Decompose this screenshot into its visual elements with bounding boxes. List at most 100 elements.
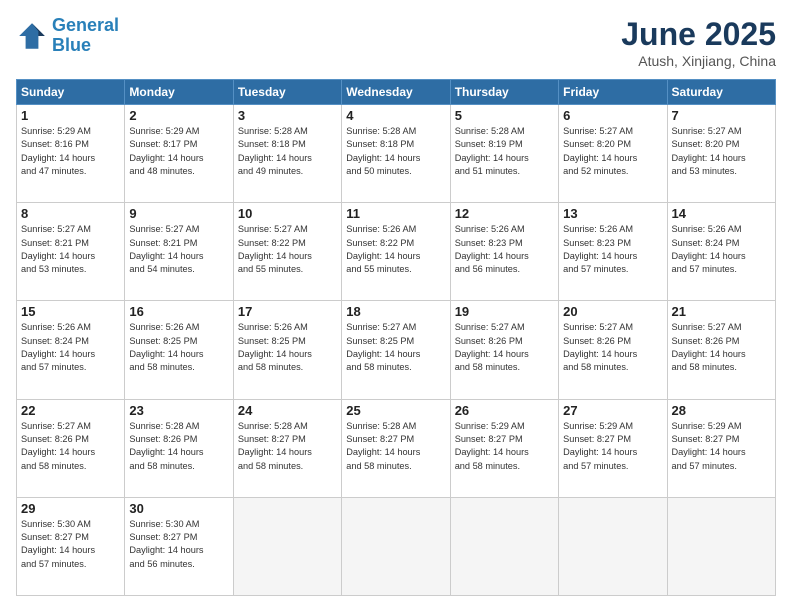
- calendar-cell: 27 Sunrise: 5:29 AM Sunset: 8:27 PM Dayli…: [559, 399, 667, 497]
- week-row-1: 1 Sunrise: 5:29 AM Sunset: 8:16 PM Daylig…: [17, 105, 776, 203]
- calendar: SundayMondayTuesdayWednesdayThursdayFrid…: [16, 79, 776, 596]
- day-number: 14: [672, 206, 771, 221]
- day-number: 17: [238, 304, 337, 319]
- calendar-body: 1 Sunrise: 5:29 AM Sunset: 8:16 PM Daylig…: [17, 105, 776, 596]
- day-info: Sunrise: 5:27 AM Sunset: 8:26 PM Dayligh…: [455, 321, 554, 374]
- calendar-cell: 4Sunrise: 5:28 AM Sunset: 8:18 PM Daylig…: [342, 105, 450, 203]
- day-number: 25: [346, 403, 445, 418]
- day-header-monday: Monday: [125, 80, 233, 105]
- day-info: Sunrise: 5:28 AM Sunset: 8:27 PM Dayligh…: [238, 420, 337, 473]
- day-number: 8: [21, 206, 120, 221]
- day-number: 7: [672, 108, 771, 123]
- calendar-cell: 10 Sunrise: 5:27 AM Sunset: 8:22 PM Dayli…: [233, 203, 341, 301]
- header: General Blue June 2025 Atush, Xinjiang, …: [16, 16, 776, 69]
- day-info: Sunrise: 5:28 AM Sunset: 8:26 PM Dayligh…: [129, 420, 228, 473]
- calendar-cell: 5 Sunrise: 5:28 AM Sunset: 8:19 PM Daylig…: [450, 105, 558, 203]
- day-info: Sunrise: 5:27 AM Sunset: 8:20 PM Dayligh…: [672, 125, 771, 178]
- calendar-cell: 11 Sunrise: 5:26 AM Sunset: 8:22 PM Dayli…: [342, 203, 450, 301]
- calendar-cell: [342, 497, 450, 595]
- day-number: 4: [346, 108, 445, 123]
- day-number: 11: [346, 206, 445, 221]
- day-number: 12: [455, 206, 554, 221]
- day-header-friday: Friday: [559, 80, 667, 105]
- day-info: Sunrise: 5:29 AM Sunset: 8:16 PM Dayligh…: [21, 125, 120, 178]
- day-info: Sunrise: 5:26 AM Sunset: 8:25 PM Dayligh…: [238, 321, 337, 374]
- day-info: Sunrise: 5:27 AM Sunset: 8:26 PM Dayligh…: [563, 321, 662, 374]
- day-info: Sunrise: 5:28 AM Sunset: 8:19 PM Dayligh…: [455, 125, 554, 178]
- calendar-cell: 17 Sunrise: 5:26 AM Sunset: 8:25 PM Dayli…: [233, 301, 341, 399]
- location: Atush, Xinjiang, China: [621, 53, 776, 69]
- day-number: 3: [238, 108, 337, 123]
- calendar-cell: 15Sunrise: 5:26 AM Sunset: 8:24 PM Dayli…: [17, 301, 125, 399]
- day-number: 9: [129, 206, 228, 221]
- day-info: Sunrise: 5:26 AM Sunset: 8:23 PM Dayligh…: [455, 223, 554, 276]
- day-info: Sunrise: 5:28 AM Sunset: 8:18 PM Dayligh…: [238, 125, 337, 178]
- day-info: Sunrise: 5:30 AM Sunset: 8:27 PM Dayligh…: [129, 518, 228, 571]
- calendar-cell: 16 Sunrise: 5:26 AM Sunset: 8:25 PM Dayli…: [125, 301, 233, 399]
- calendar-cell: 3 Sunrise: 5:28 AM Sunset: 8:18 PM Daylig…: [233, 105, 341, 203]
- calendar-cell: 19 Sunrise: 5:27 AM Sunset: 8:26 PM Dayli…: [450, 301, 558, 399]
- calendar-cell: 2Sunrise: 5:29 AM Sunset: 8:17 PM Daylig…: [125, 105, 233, 203]
- calendar-cell: 13Sunrise: 5:26 AM Sunset: 8:23 PM Dayli…: [559, 203, 667, 301]
- calendar-cell: 18Sunrise: 5:27 AM Sunset: 8:25 PM Dayli…: [342, 301, 450, 399]
- calendar-header-row: SundayMondayTuesdayWednesdayThursdayFrid…: [17, 80, 776, 105]
- day-info: Sunrise: 5:29 AM Sunset: 8:27 PM Dayligh…: [563, 420, 662, 473]
- day-number: 22: [21, 403, 120, 418]
- calendar-cell: 20 Sunrise: 5:27 AM Sunset: 8:26 PM Dayli…: [559, 301, 667, 399]
- calendar-cell: 8Sunrise: 5:27 AM Sunset: 8:21 PM Daylig…: [17, 203, 125, 301]
- day-number: 20: [563, 304, 662, 319]
- logo-general: General: [52, 15, 119, 35]
- day-number: 21: [672, 304, 771, 319]
- day-number: 6: [563, 108, 662, 123]
- day-number: 28: [672, 403, 771, 418]
- day-info: Sunrise: 5:27 AM Sunset: 8:21 PM Dayligh…: [129, 223, 228, 276]
- calendar-cell: 22 Sunrise: 5:27 AM Sunset: 8:26 PM Dayli…: [17, 399, 125, 497]
- calendar-cell: 25 Sunrise: 5:28 AM Sunset: 8:27 PM Dayli…: [342, 399, 450, 497]
- week-row-5: 29 Sunrise: 5:30 AM Sunset: 8:27 PM Dayli…: [17, 497, 776, 595]
- calendar-cell: 14 Sunrise: 5:26 AM Sunset: 8:24 PM Dayli…: [667, 203, 775, 301]
- calendar-cell: 9 Sunrise: 5:27 AM Sunset: 8:21 PM Daylig…: [125, 203, 233, 301]
- day-number: 30: [129, 501, 228, 516]
- day-number: 5: [455, 108, 554, 123]
- day-number: 24: [238, 403, 337, 418]
- day-info: Sunrise: 5:29 AM Sunset: 8:17 PM Dayligh…: [129, 125, 228, 178]
- day-number: 16: [129, 304, 228, 319]
- day-header-sunday: Sunday: [17, 80, 125, 105]
- calendar-cell: 24 Sunrise: 5:28 AM Sunset: 8:27 PM Dayli…: [233, 399, 341, 497]
- day-number: 13: [563, 206, 662, 221]
- day-number: 23: [129, 403, 228, 418]
- calendar-cell: [667, 497, 775, 595]
- week-row-4: 22 Sunrise: 5:27 AM Sunset: 8:26 PM Dayli…: [17, 399, 776, 497]
- calendar-cell: 28Sunrise: 5:29 AM Sunset: 8:27 PM Dayli…: [667, 399, 775, 497]
- day-info: Sunrise: 5:26 AM Sunset: 8:22 PM Dayligh…: [346, 223, 445, 276]
- day-info: Sunrise: 5:27 AM Sunset: 8:26 PM Dayligh…: [672, 321, 771, 374]
- day-header-saturday: Saturday: [667, 80, 775, 105]
- day-info: Sunrise: 5:28 AM Sunset: 8:27 PM Dayligh…: [346, 420, 445, 473]
- day-number: 26: [455, 403, 554, 418]
- day-info: Sunrise: 5:29 AM Sunset: 8:27 PM Dayligh…: [455, 420, 554, 473]
- day-info: Sunrise: 5:27 AM Sunset: 8:26 PM Dayligh…: [21, 420, 120, 473]
- logo-blue: Blue: [52, 36, 119, 56]
- day-number: 27: [563, 403, 662, 418]
- day-info: Sunrise: 5:26 AM Sunset: 8:24 PM Dayligh…: [672, 223, 771, 276]
- day-number: 1: [21, 108, 120, 123]
- week-row-2: 8 Sunrise: 5:27 AM Sunset: 8:21 PM Daylig…: [17, 203, 776, 301]
- calendar-cell: [450, 497, 558, 595]
- calendar-cell: [559, 497, 667, 595]
- day-info: Sunrise: 5:26 AM Sunset: 8:25 PM Dayligh…: [129, 321, 228, 374]
- logo-icon: [16, 20, 48, 52]
- month-title: June 2025: [621, 16, 776, 53]
- logo: General Blue: [16, 16, 119, 56]
- day-number: 18: [346, 304, 445, 319]
- day-header-wednesday: Wednesday: [342, 80, 450, 105]
- calendar-cell: 29Sunrise: 5:30 AM Sunset: 8:27 PM Dayli…: [17, 497, 125, 595]
- calendar-cell: 12 Sunrise: 5:26 AM Sunset: 8:23 PM Dayli…: [450, 203, 558, 301]
- day-number: 29: [21, 501, 120, 516]
- day-number: 19: [455, 304, 554, 319]
- day-number: 10: [238, 206, 337, 221]
- calendar-cell: 6Sunrise: 5:27 AM Sunset: 8:20 PM Daylig…: [559, 105, 667, 203]
- title-block: June 2025 Atush, Xinjiang, China: [621, 16, 776, 69]
- day-info: Sunrise: 5:26 AM Sunset: 8:24 PM Dayligh…: [21, 321, 120, 374]
- week-row-3: 15Sunrise: 5:26 AM Sunset: 8:24 PM Dayli…: [17, 301, 776, 399]
- day-info: Sunrise: 5:27 AM Sunset: 8:22 PM Dayligh…: [238, 223, 337, 276]
